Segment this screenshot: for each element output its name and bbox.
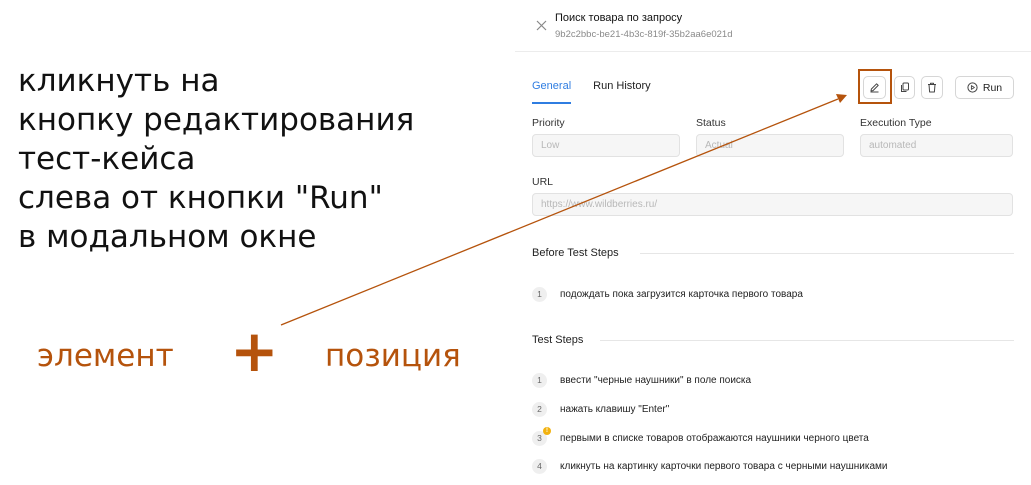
list-item: 2 нажать клавишу "Enter" xyxy=(532,401,669,417)
tab-run-history[interactable]: Run History xyxy=(593,80,650,104)
status-label: Status xyxy=(696,117,726,129)
instruction-line: кнопку редактирования xyxy=(18,102,415,138)
pencil-icon xyxy=(870,83,879,93)
instruction-line: слева от кнопки "Run" xyxy=(18,180,383,216)
section-divider xyxy=(600,340,1014,341)
delete-button[interactable] xyxy=(921,76,943,99)
step-text: кликнуть на картинку карточки первого то… xyxy=(560,460,888,472)
list-item: 4 кликнуть на картинку карточки первого … xyxy=(532,458,888,474)
step-text: подождать пока загрузится карточка перво… xyxy=(560,288,803,300)
execution-type-label: Execution Type xyxy=(860,117,932,129)
copy-icon xyxy=(900,82,909,92)
copy-button[interactable] xyxy=(894,76,915,99)
section-divider xyxy=(640,253,1014,254)
url-field[interactable]: https://www.wildberries.ru/ xyxy=(532,193,1013,216)
run-button-label: Run xyxy=(982,81,1003,94)
priority-label: Priority xyxy=(532,117,565,129)
edit-button[interactable] xyxy=(863,76,886,99)
step-text: нажать клавишу "Enter" xyxy=(560,403,670,415)
url-label: URL xyxy=(532,176,554,188)
annotated-screenshot: кликнуть на кнопку редактирования тест-к… xyxy=(0,0,1031,485)
legend-position-label: позиция xyxy=(325,338,461,374)
step-number-value: 3 xyxy=(537,433,542,443)
legend-plus-sign: + xyxy=(230,317,279,385)
test-steps-title: Test Steps xyxy=(532,334,584,346)
modal-tabs: General Run History xyxy=(532,80,673,104)
run-button[interactable]: Run xyxy=(955,76,1014,99)
list-item: 1 подождать пока загрузится карточка пер… xyxy=(532,286,803,302)
modal-title: Поиск товара по запросу xyxy=(555,12,683,24)
test-case-id: 9b2c2bbc-be21-4b3c-819f-35b2aa6e021d xyxy=(555,29,733,40)
close-icon xyxy=(536,20,546,30)
tab-general[interactable]: General xyxy=(532,80,572,104)
trash-icon xyxy=(928,82,936,93)
instruction-line: тест-кейса xyxy=(18,141,196,177)
instruction-text: кликнуть на кнопку редактирования тест-к… xyxy=(18,62,414,257)
step-number: 3 ! xyxy=(532,426,551,446)
instruction-line: в модальном окне xyxy=(18,219,317,255)
test-case-modal: Поиск товара по запросу 9b2c2bbc-be21-4b… xyxy=(515,0,1031,485)
modal-header: Поиск товара по запросу 9b2c2bbc-be21-4b… xyxy=(515,0,1031,52)
play-circle-icon xyxy=(967,82,978,93)
before-steps-title: Before Test Steps xyxy=(532,247,619,259)
priority-field[interactable]: Low xyxy=(532,134,680,157)
execution-type-field[interactable]: automated xyxy=(860,134,1013,157)
step-text: первыми в списке товаров отображаются на… xyxy=(560,432,869,444)
step-number: 1 xyxy=(532,372,547,388)
list-item: 1 ввести "черные наушники" в поле поиска xyxy=(532,372,751,388)
close-button[interactable] xyxy=(534,18,548,32)
step-number: 4 xyxy=(532,458,547,474)
step-text: ввести "черные наушники" в поле поиска xyxy=(560,374,752,386)
legend-element-label: элемент xyxy=(37,338,174,374)
warning-icon: ! xyxy=(543,426,551,435)
step-number: 1 xyxy=(532,286,547,302)
list-item: 3 ! первыми в списке товаров отображаютс… xyxy=(532,426,869,446)
status-field[interactable]: Actual xyxy=(696,134,844,157)
instruction-line: кликнуть на xyxy=(18,63,220,99)
step-number: 2 xyxy=(532,401,547,417)
